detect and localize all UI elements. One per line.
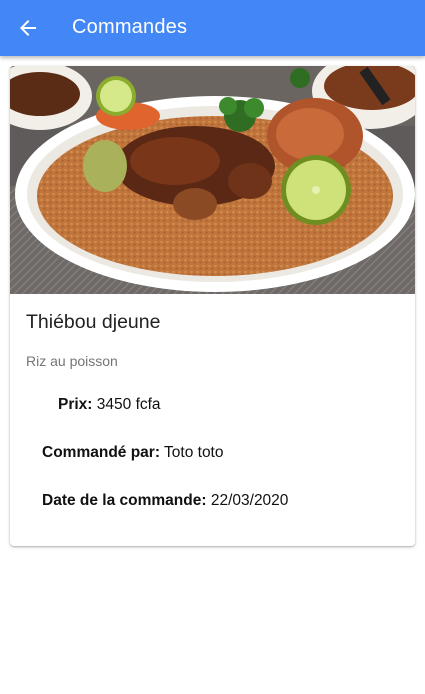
back-button[interactable]: [10, 10, 46, 46]
dish-description: Riz au poisson: [26, 353, 118, 369]
order-date-row: Date de la commande: 22/03/2020: [42, 492, 288, 510]
dish-image: [10, 66, 415, 294]
price-value: 3450 fcfa: [96, 396, 161, 413]
order-date-label: Date de la commande:: [42, 492, 207, 509]
page-title: Commandes: [72, 16, 188, 38]
order-card[interactable]: Thiébou djeune Riz au poisson Prix: 3450…: [10, 66, 415, 546]
ordered-by-row: Commandé par: Toto toto: [42, 444, 224, 462]
price-label: Prix:: [58, 396, 93, 413]
arrow-left-icon: [20, 20, 36, 36]
ordered-by-value: Toto toto: [164, 444, 224, 461]
dish-name: Thiébou djeune: [26, 311, 161, 333]
price-row: Prix: 3450 fcfa: [58, 396, 161, 414]
ordered-by-label: Commandé par:: [42, 444, 160, 461]
order-date-value: 22/03/2020: [210, 492, 289, 509]
app-bar: Commandes: [0, 0, 425, 56]
